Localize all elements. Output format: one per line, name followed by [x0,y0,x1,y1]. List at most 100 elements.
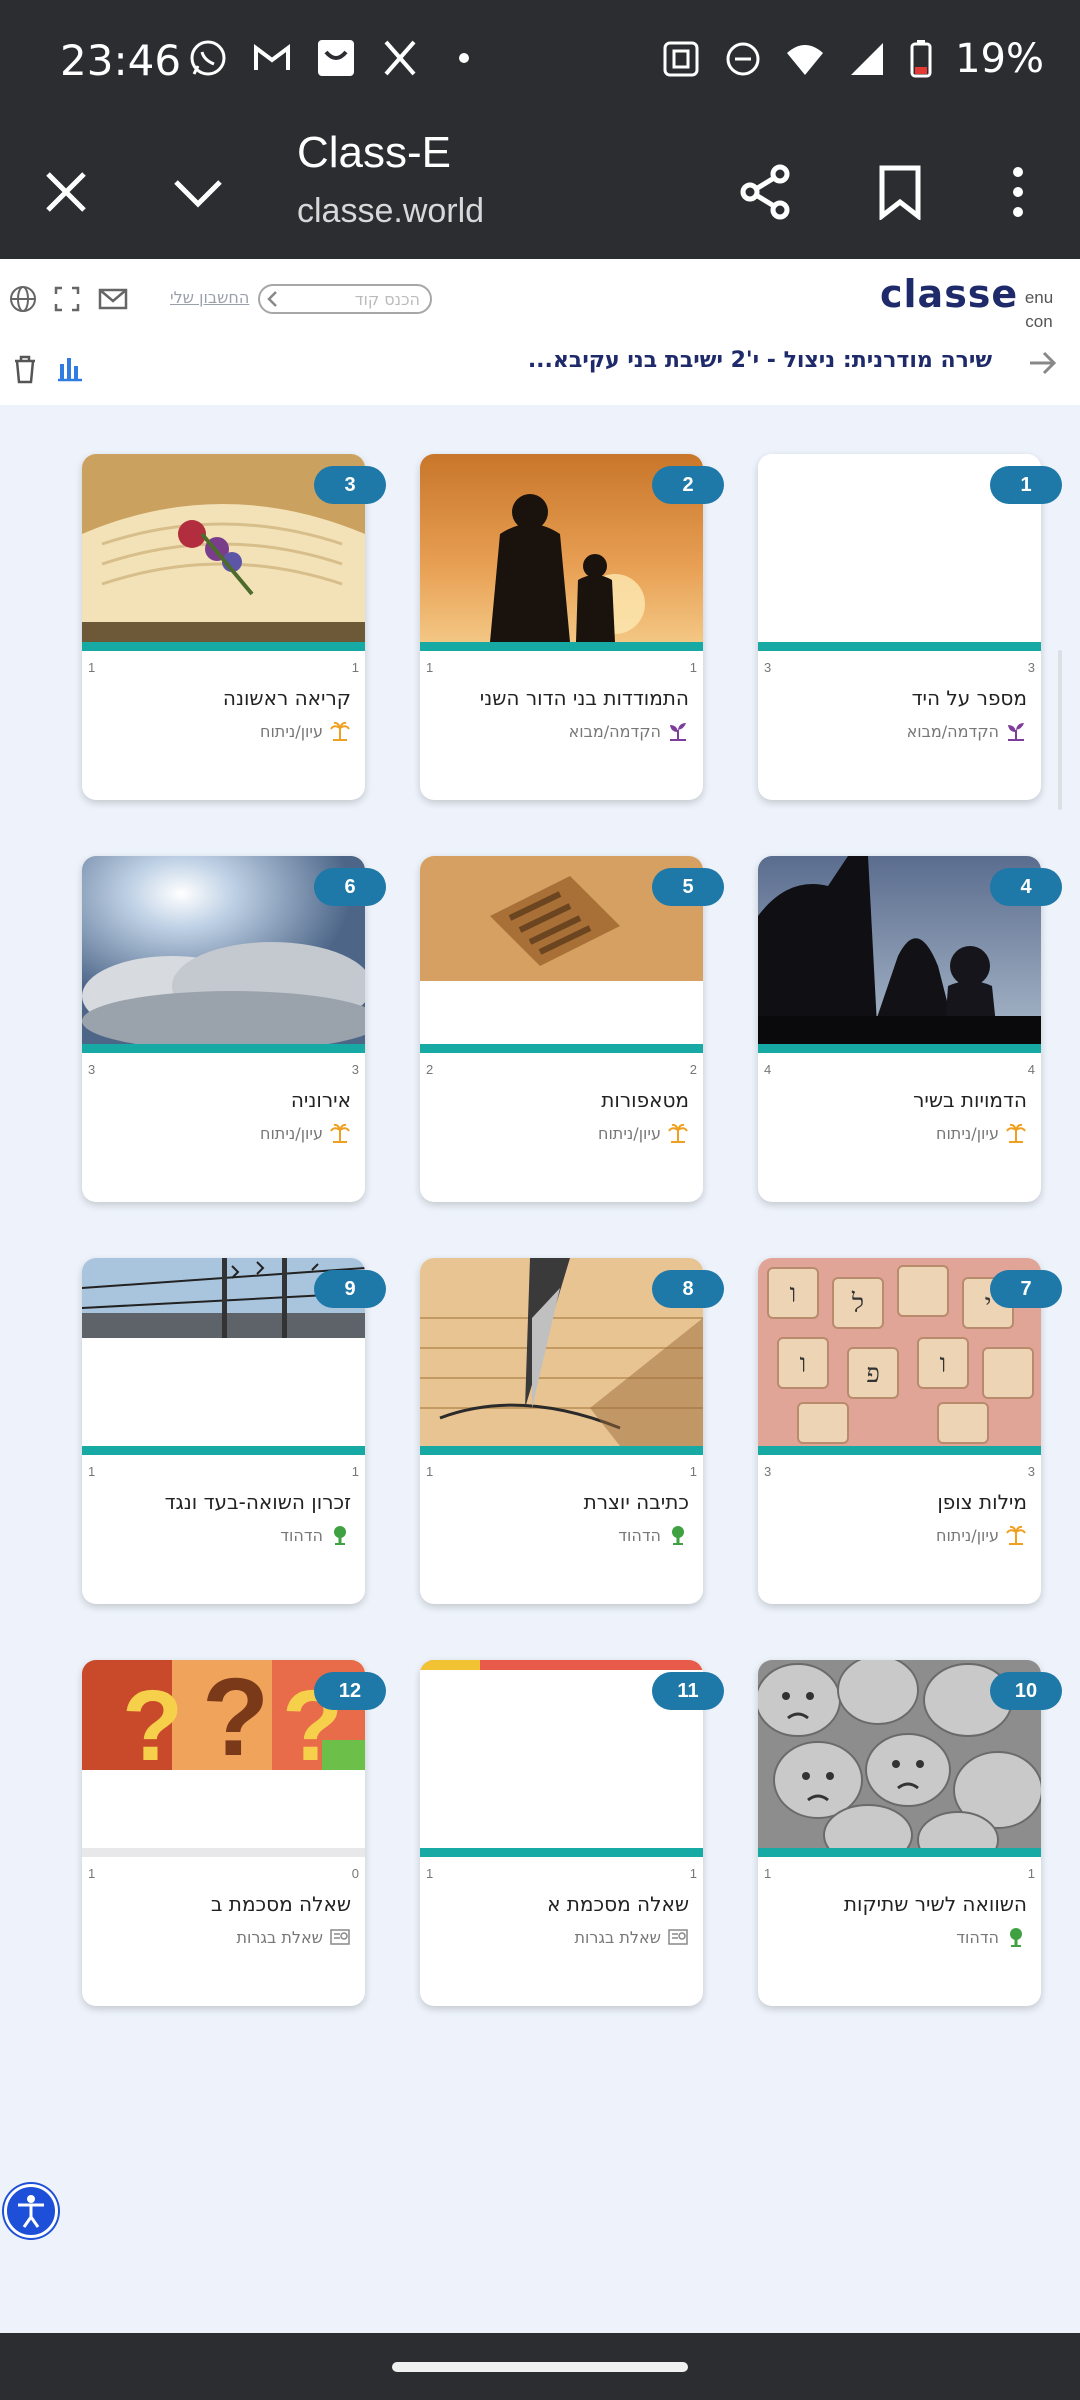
card-category-label: הקדמה/מבוא [906,721,999,741]
mail-icon[interactable] [96,282,130,316]
card-category: עיון/ניתוח [260,1122,351,1144]
dot-icon [459,53,469,63]
card-progress-bar [758,642,1041,651]
sprout-icon [667,720,689,742]
card-number-badge: 2 [652,466,724,504]
svg-text:ו: ו [790,1279,797,1309]
card-count-left: 1 [764,1866,772,1881]
activity-card[interactable]: 1 1 קריאה ראשונה עיון/ניתוח [82,454,365,800]
card-number-badge: 5 [652,868,724,906]
my-account-link[interactable]: החשבון שלי [170,288,249,307]
activity-card[interactable]: 1 1 התמודדות בני הדור השני הקדמה/מבוא [420,454,703,800]
card-count-right: 1 [689,1866,697,1881]
card-category-label: עיון/ניתוח [597,1123,661,1143]
card-category-label: עיון/ניתוח [935,1123,999,1143]
card-category: הדהוד [956,1926,1027,1948]
battery-percent: 19% [955,36,1044,82]
palm-icon [667,1122,689,1144]
activity-card[interactable]: ??? 1 0 שאלה מסכמת ב שאלת בגרות [82,1660,365,2006]
card-count-right: 1 [1027,1866,1035,1881]
dnd-icon [726,42,760,76]
page-title: Class-E [297,128,452,177]
system-icons: 19% [661,36,1044,82]
card-title: קריאה ראשונה [222,686,351,710]
trash-icon[interactable] [8,352,42,386]
activity-card[interactable]: 4 4 הדמויות בשיר עיון/ניתוח [758,856,1041,1202]
svg-text:ל: ל [851,1289,864,1319]
card-title: מטאפורות [601,1088,689,1112]
card-category-label: עיון/ניתוח [935,1525,999,1545]
card-number-badge: 11 [652,1672,724,1710]
fullscreen-icon[interactable] [50,282,84,316]
card-category: עיון/ניתוח [260,720,351,742]
card-category: שאלת בגרות [237,1926,351,1948]
activity-card[interactable]: ו ל י פ ו ו 3 3 מילות צופן עיון/ניתוח [758,1258,1041,1604]
code-input[interactable] [258,284,432,314]
bookmark-icon[interactable] [872,164,928,220]
activity-card[interactable]: 1 1 זכרון השואה-בעד ונגד הדהוד [82,1258,365,1604]
gmail-icon [254,44,290,70]
menu-icon-alt-text[interactable]: enu con [1022,286,1056,334]
card-category-label: הדהוד [618,1525,661,1545]
card-progress-bar [420,642,703,651]
close-icon[interactable] [38,164,94,220]
exam-icon [329,1926,351,1948]
svg-text:?: ? [202,1660,269,1779]
card-progress-bar [82,1446,365,1455]
palm-icon [1005,1122,1027,1144]
page-url[interactable]: classe.world [297,192,484,231]
card-count-right: 2 [689,1062,697,1077]
card-category: הדהוד [618,1524,689,1546]
whatsapp-icon [190,40,226,76]
activity-card[interactable]: 1 1 כתיבה יוצרת הדהוד [420,1258,703,1604]
arrow-right-icon[interactable] [1026,346,1060,380]
home-gesture-bar[interactable] [392,2362,688,2372]
palm-icon [329,1122,351,1144]
activity-card[interactable]: 2 2 מטאפורות עיון/ניתוח [420,856,703,1202]
chevron-left-icon [267,291,277,307]
card-progress-bar [758,1446,1041,1455]
globe-icon[interactable] [6,282,40,316]
card-count-right: 1 [689,660,697,675]
card-progress-bar [82,1044,365,1053]
activity-card[interactable]: 1 1 שאלה מסכמת א שאלת בגרות [420,1660,703,2006]
card-title: הדמויות בשיר [913,1088,1027,1112]
card-count-left: 4 [764,1062,772,1077]
accessibility-icon [18,2195,44,2228]
activity-card[interactable]: 3 3 אירוניה עיון/ניתוח [82,856,365,1202]
scrollbar[interactable] [1058,650,1062,810]
site-logo[interactable]: classe [880,272,1018,316]
card-number-badge: 9 [314,1270,386,1308]
card-category-label: הדהוד [956,1927,999,1947]
card-title: כתיבה יוצרת [583,1490,689,1514]
card-count-left: 3 [764,1464,772,1479]
card-number-badge: 6 [314,868,386,906]
activity-card[interactable]: 3 3 מספר על היד הקדמה/מבוא [758,454,1041,800]
activity-card[interactable]: 1 1 השוואה לשיר שתיקות הדהוד [758,1660,1041,2006]
card-title: שאלה מסכמת ב [210,1892,351,1916]
card-category: עיון/ניתוח [936,1524,1027,1546]
chevron-down-icon[interactable] [170,164,226,220]
x-icon [384,40,416,76]
card-category: הקדמה/מבוא [907,720,1027,742]
card-title: מספר על היד [911,686,1027,710]
card-category-label: שאלת בגרות [236,1927,323,1947]
tree-icon [329,1524,351,1546]
wifi-icon [787,45,824,75]
palm-icon [1005,1524,1027,1546]
exam-icon [667,1926,689,1948]
accessibility-button[interactable] [4,2184,58,2238]
more-options-icon[interactable] [990,164,1046,220]
status-time: 23:46 [60,36,182,85]
card-category-label: עיון/ניתוח [259,1123,323,1143]
card-title: אירוניה [290,1088,351,1112]
card-count-right: 3 [1027,660,1035,675]
share-icon[interactable] [738,164,794,220]
card-title: זכרון השואה-בעד ונגד [164,1490,351,1514]
card-count-left: 3 [88,1062,96,1077]
card-number-badge: 7 [990,1270,1062,1308]
svg-text:ו: ו [800,1349,807,1379]
statistics-icon[interactable] [52,352,86,386]
nfc-icon [663,41,699,77]
card-progress-bar [758,1848,1041,1857]
